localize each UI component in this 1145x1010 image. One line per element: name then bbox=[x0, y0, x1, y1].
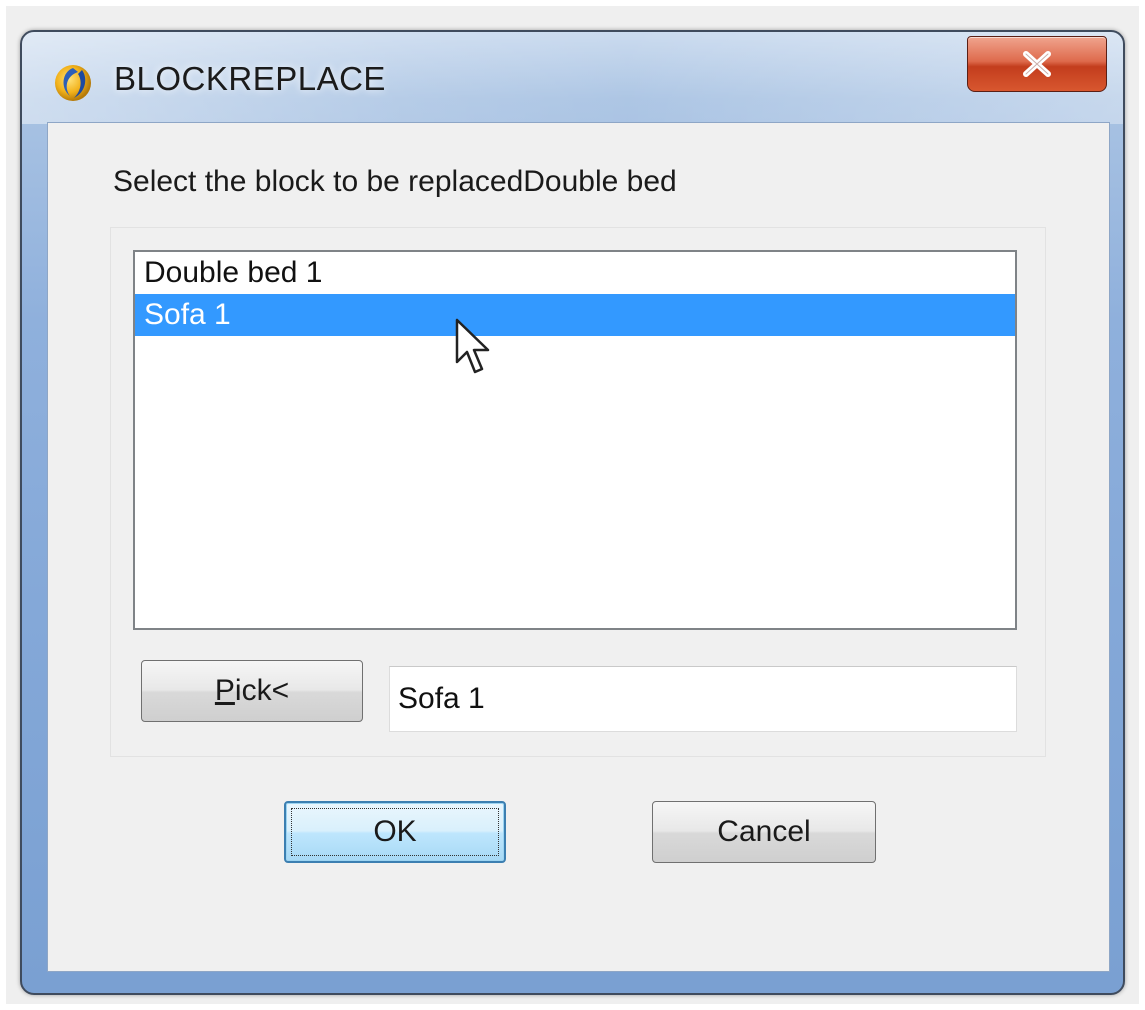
picked-block-field[interactable] bbox=[389, 666, 1017, 732]
pick-mnemonic: P bbox=[214, 674, 235, 707]
cancel-label: Cancel bbox=[717, 815, 811, 848]
close-icon bbox=[1023, 51, 1051, 77]
cancel-button[interactable]: Cancel bbox=[652, 801, 876, 863]
pick-button[interactable]: Pick< bbox=[141, 660, 363, 722]
close-button[interactable] bbox=[967, 36, 1107, 92]
pick-label: ick< bbox=[234, 674, 290, 707]
dialog-window: BLOCKREPLACE Select the block to be repl… bbox=[20, 30, 1125, 995]
block-listbox[interactable]: Double bed 1 Sofa 1 bbox=[133, 250, 1017, 630]
ok-label: OK bbox=[373, 815, 417, 848]
prompt-label: Select the block to be replacedDouble be… bbox=[113, 165, 677, 198]
title-bar[interactable]: BLOCKREPLACE bbox=[22, 32, 1123, 124]
window-title: BLOCKREPLACE bbox=[114, 60, 386, 97]
app-logo-icon bbox=[55, 65, 91, 101]
dialog-body: Select the block to be replacedDouble be… bbox=[47, 122, 1110, 972]
list-item-double-bed[interactable]: Double bed 1 bbox=[135, 252, 1015, 294]
list-item-sofa[interactable]: Sofa 1 bbox=[135, 294, 1015, 336]
block-selection-panel: Double bed 1 Sofa 1 Pick< bbox=[110, 227, 1046, 757]
ok-button[interactable]: OK bbox=[284, 801, 506, 863]
